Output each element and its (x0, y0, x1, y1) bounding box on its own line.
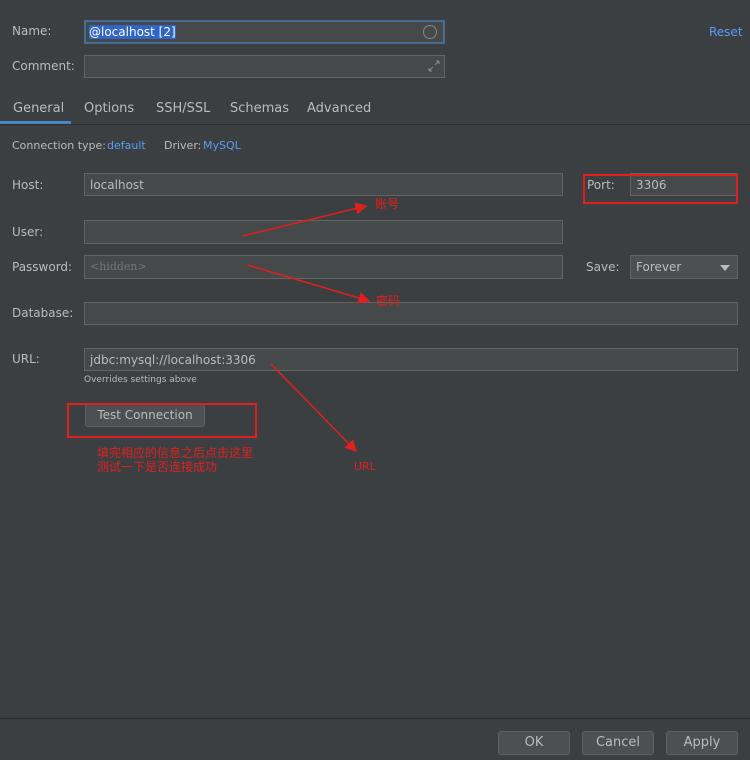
comment-label: Comment: (12, 59, 75, 73)
name-input-value: @localhost [2] (89, 25, 176, 39)
reset-link[interactable]: Reset (709, 25, 743, 39)
tab-general[interactable]: General (13, 101, 64, 116)
comment-input[interactable] (84, 55, 445, 78)
driver-link[interactable]: MySQL (203, 139, 241, 152)
connection-type-label: Connection type: (12, 139, 107, 152)
save-select[interactable]: Forever (630, 255, 738, 279)
chevron-down-icon (720, 265, 730, 271)
url-label: URL: (12, 352, 40, 366)
tab-ssh-ssl[interactable]: SSH/SSL (156, 101, 210, 116)
host-label: Host: (12, 178, 44, 192)
url-hint: Overrides settings above (84, 375, 197, 385)
test-annotation-line2: 测试一下是否连接成功 (97, 460, 218, 474)
url-arrow (270, 363, 358, 453)
host-input[interactable]: localhost (84, 173, 563, 196)
test-highlight-box (67, 403, 257, 438)
name-input[interactable]: @localhost [2] (84, 20, 445, 44)
account-annotation: 账号 (375, 197, 400, 211)
url-annotation: URL (354, 460, 376, 473)
expand-icon[interactable] (427, 59, 441, 73)
url-input[interactable]: jdbc:mysql://localhost:3306 (84, 348, 738, 371)
user-label: User: (12, 225, 44, 239)
password-label: Password: (12, 260, 73, 274)
database-input[interactable] (84, 302, 738, 325)
password-input[interactable]: <hidden> (84, 255, 563, 279)
driver-label: Driver: (164, 139, 202, 152)
user-input[interactable] (84, 220, 563, 244)
tab-schemas[interactable]: Schemas (230, 101, 289, 116)
tab-options[interactable]: Options (84, 101, 134, 116)
tabs-divider (0, 124, 750, 125)
database-label: Database: (12, 306, 74, 320)
tab-advanced[interactable]: Advanced (307, 101, 371, 116)
save-label: Save: (586, 260, 620, 274)
footer-divider (0, 718, 750, 719)
tab-general-underline (0, 121, 71, 124)
connection-type-link[interactable]: default (107, 139, 146, 152)
name-label: Name: (12, 24, 52, 38)
apply-button[interactable]: Apply (666, 731, 738, 755)
save-select-value: Forever (636, 260, 682, 274)
clear-circle-icon[interactable] (423, 25, 437, 39)
port-highlight-box (583, 174, 738, 204)
password-annotation: 密码 (376, 294, 401, 308)
cancel-button[interactable]: Cancel (582, 731, 654, 755)
ok-button[interactable]: OK (498, 731, 570, 755)
